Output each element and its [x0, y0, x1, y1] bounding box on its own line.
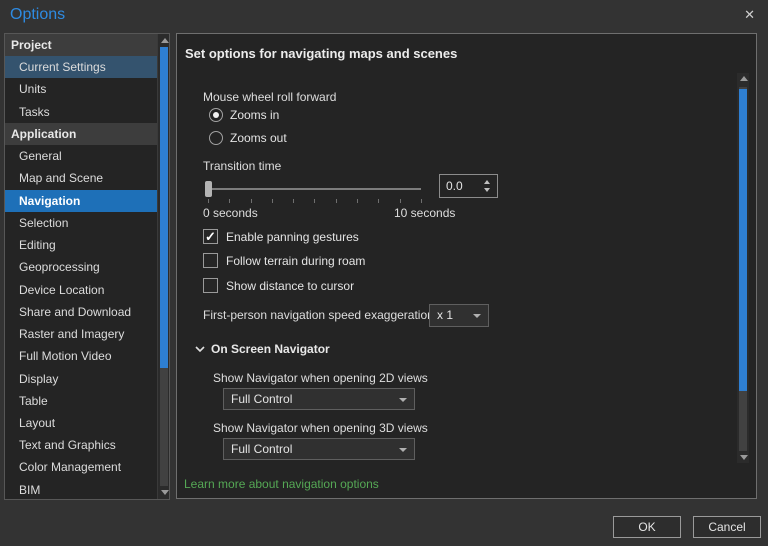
checkbox-follow-terrain[interactable]: Follow terrain during roam [203, 253, 365, 268]
spinner-down-icon[interactable] [484, 188, 490, 192]
section-label: On Screen Navigator [211, 342, 330, 356]
sidebar-item-table[interactable]: Table [5, 390, 157, 412]
transition-time-spinner[interactable]: 0.0 [439, 174, 498, 198]
learn-more-link[interactable]: Learn more about navigation options [184, 477, 379, 491]
section-expanded-chevron-icon [195, 345, 205, 353]
speed-exaggeration-dropdown[interactable]: x 1 [429, 304, 489, 327]
sidebar-item-general[interactable]: General [5, 145, 157, 167]
dialog-title: Options [10, 6, 65, 24]
chevron-down-icon [473, 314, 481, 318]
sidebar-item-device-location[interactable]: Device Location [5, 279, 157, 301]
slider-tick [272, 199, 273, 203]
sidebar-scrollbar-thumb[interactable] [160, 47, 168, 368]
radio-zooms-in-label: Zooms in [230, 108, 279, 122]
slider-tick [421, 199, 422, 203]
show-navigator-2d-label: Show Navigator when opening 2D views [213, 371, 428, 385]
checkbox-unchecked-icon[interactable] [203, 278, 218, 293]
panel-scrollbar-thumb[interactable] [739, 89, 747, 391]
slider-tick [336, 199, 337, 203]
radio-zooms-out-label: Zooms out [230, 131, 287, 145]
scroll-down-icon[interactable] [740, 455, 748, 460]
scroll-up-icon[interactable] [161, 38, 169, 43]
slider-tick [293, 199, 294, 203]
slider-min-label: 0 seconds [203, 206, 258, 220]
sidebar-item-raster-and-imagery[interactable]: Raster and Imagery [5, 323, 157, 345]
show-navigator-3d-dropdown[interactable]: Full Control [223, 438, 415, 460]
sidebar-item-text-and-graphics[interactable]: Text and Graphics [5, 434, 157, 456]
slider-track[interactable] [208, 188, 421, 190]
speed-exaggeration-label: First-person navigation speed exaggerati… [203, 308, 434, 322]
options-dialog: Options ✕ Project Current Settings Units… [0, 0, 768, 546]
slider-handle[interactable] [205, 181, 212, 197]
sidebar-item-full-motion-video[interactable]: Full Motion Video [5, 345, 157, 367]
sidebar-item-map-and-scene[interactable]: Map and Scene [5, 167, 157, 189]
sidebar-header-application: Application [5, 123, 157, 145]
panel-scrollbar[interactable] [737, 73, 749, 463]
chevron-down-icon [399, 398, 407, 402]
radio-zooms-in[interactable]: Zooms in [209, 108, 279, 122]
sidebar-item-color-management[interactable]: Color Management [5, 456, 157, 478]
checkbox-enable-panning-label: Enable panning gestures [226, 230, 359, 244]
slider-tick [400, 199, 401, 203]
checkbox-enable-panning-gestures[interactable]: ✓ Enable panning gestures [203, 229, 359, 244]
ok-button[interactable]: OK [613, 516, 681, 538]
sidebar-item-bim[interactable]: BIM [5, 479, 157, 499]
close-icon[interactable]: ✕ [744, 7, 755, 23]
dropdown-3d-value: Full Control [231, 442, 292, 456]
sidebar-item-share-and-download[interactable]: Share and Download [5, 301, 157, 323]
slider-tick [208, 199, 209, 203]
transition-time-slider[interactable] [203, 180, 425, 204]
checkbox-unchecked-icon[interactable] [203, 253, 218, 268]
panel-heading: Set options for navigating maps and scen… [185, 46, 457, 61]
spinner-value[interactable]: 0.0 [446, 179, 463, 193]
checkbox-show-distance[interactable]: Show distance to cursor [203, 278, 354, 293]
radio-unselected-icon[interactable] [209, 131, 223, 145]
sidebar-nav-list: Project Current Settings Units Tasks App… [5, 34, 157, 499]
sidebar-item-tasks[interactable]: Tasks [5, 101, 157, 123]
mouse-wheel-label: Mouse wheel roll forward [203, 90, 336, 104]
options-sidebar: Project Current Settings Units Tasks App… [4, 33, 170, 500]
show-navigator-3d-label: Show Navigator when opening 3D views [213, 421, 428, 435]
sidebar-item-current-settings[interactable]: Current Settings [5, 56, 157, 78]
scroll-up-icon[interactable] [740, 76, 748, 81]
spinner-up-icon[interactable] [484, 180, 490, 184]
slider-tick [378, 199, 379, 203]
speed-dropdown-value: x 1 [437, 308, 453, 322]
checkbox-show-distance-label: Show distance to cursor [226, 279, 354, 293]
slider-tick [251, 199, 252, 203]
sidebar-item-selection[interactable]: Selection [5, 212, 157, 234]
dropdown-2d-value: Full Control [231, 392, 292, 406]
sidebar-item-geoprocessing[interactable]: Geoprocessing [5, 256, 157, 278]
checkbox-checked-icon[interactable]: ✓ [203, 229, 218, 244]
checkbox-follow-terrain-label: Follow terrain during roam [226, 254, 365, 268]
radio-selected-icon[interactable] [209, 108, 223, 122]
show-navigator-2d-dropdown[interactable]: Full Control [223, 388, 415, 410]
sidebar-item-units[interactable]: Units [5, 78, 157, 100]
sidebar-item-layout[interactable]: Layout [5, 412, 157, 434]
slider-tick [229, 199, 230, 203]
on-screen-navigator-section[interactable]: On Screen Navigator [195, 342, 330, 356]
sidebar-item-editing[interactable]: Editing [5, 234, 157, 256]
slider-tick [357, 199, 358, 203]
transition-time-label: Transition time [203, 159, 281, 173]
sidebar-header-project: Project [5, 34, 157, 56]
navigation-options-panel: Set options for navigating maps and scen… [176, 33, 757, 499]
radio-zooms-out[interactable]: Zooms out [209, 131, 287, 145]
sidebar-scrollbar[interactable] [157, 34, 169, 499]
scroll-down-icon[interactable] [161, 490, 169, 495]
sidebar-item-display[interactable]: Display [5, 368, 157, 390]
slider-max-label: 10 seconds [394, 206, 455, 220]
sidebar-item-navigation[interactable]: Navigation [5, 190, 157, 212]
cancel-button[interactable]: Cancel [693, 516, 761, 538]
chevron-down-icon [399, 448, 407, 452]
slider-tick [314, 199, 315, 203]
